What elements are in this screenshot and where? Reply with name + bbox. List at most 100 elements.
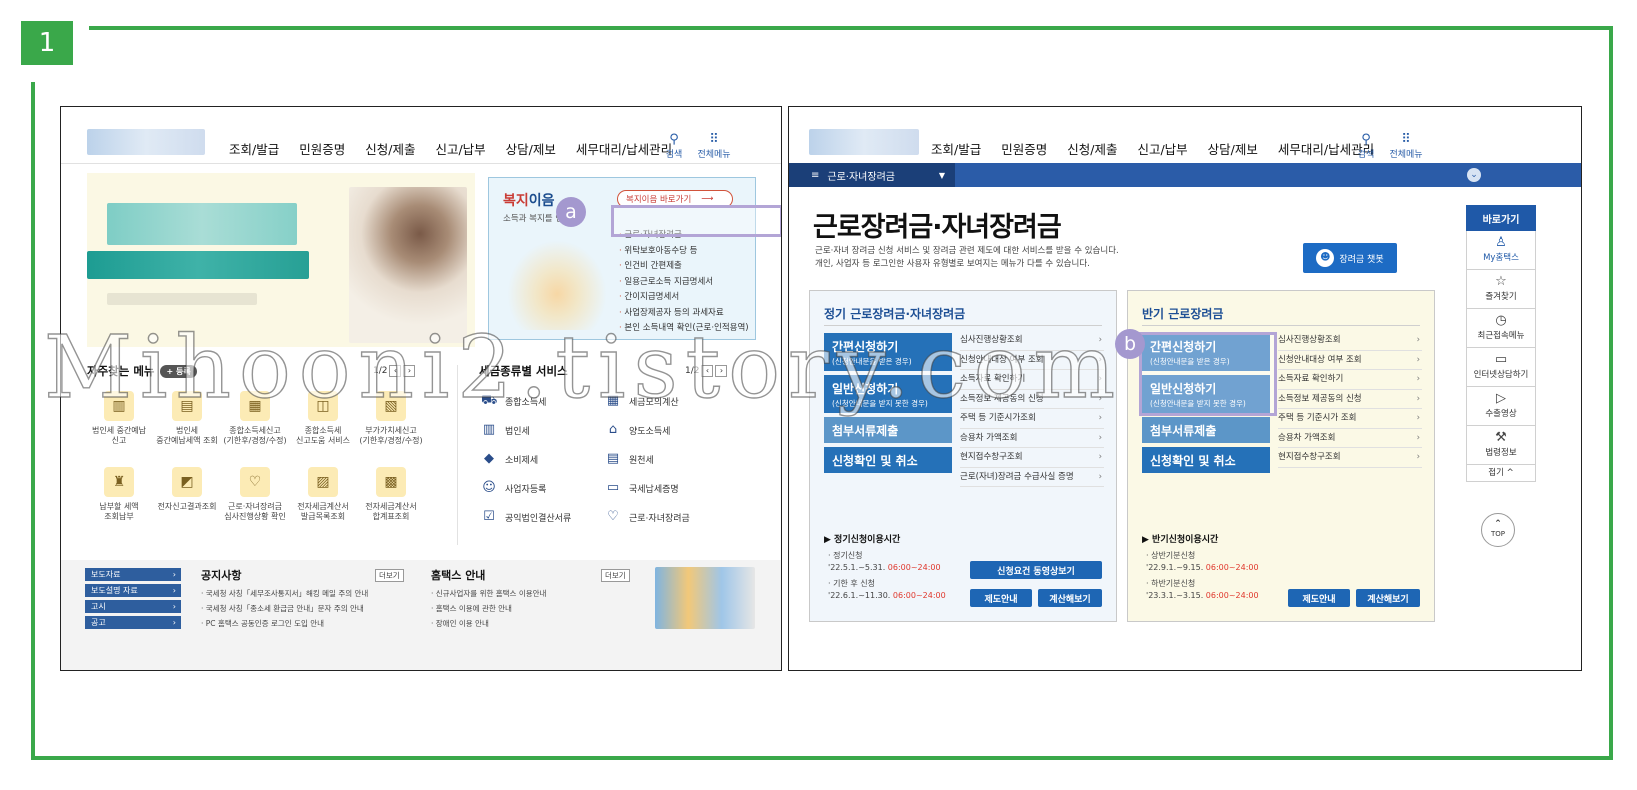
welfare-item[interactable]: 일용근로소득 지급명세서 bbox=[619, 275, 749, 291]
next-arrow-icon[interactable]: › bbox=[715, 365, 728, 377]
hometax-guide-item[interactable]: 신규사업자를 위한 홈택스 이용안내 bbox=[431, 588, 547, 599]
press-tab[interactable]: 보도설명 자료 bbox=[85, 584, 181, 597]
nav-item[interactable]: 상담/제보 bbox=[1208, 139, 1258, 158]
tax-service-item[interactable]: ☑ 공익법인결산서류 bbox=[481, 509, 571, 525]
favorite-item[interactable]: ◫ 종합소득세 신고도움 서비스 bbox=[289, 391, 357, 446]
favorite-item[interactable]: ♜ 납부할 세액 조회납부 bbox=[85, 467, 153, 522]
press-tab[interactable]: 보도자료 bbox=[85, 568, 181, 581]
tax-service-item[interactable]: ⌂ 양도소득세 bbox=[605, 422, 671, 438]
favorite-item[interactable]: ▧ 부가가치세신고 (기한후/경정/수정) bbox=[357, 391, 425, 446]
simple-apply-button[interactable]: 간편신청하기 (신청안내문을 받은 경우) bbox=[824, 333, 952, 371]
prev-arrow-icon[interactable]: ‹ bbox=[701, 365, 714, 377]
tax-service-item[interactable]: ▦ 세금모의계산 bbox=[605, 393, 679, 409]
tax-service-item[interactable]: ⛟ 종합소득세 bbox=[481, 393, 546, 409]
all-menu-button[interactable]: ⠿ 전체메뉴 bbox=[1385, 133, 1427, 161]
attach-docs-button[interactable]: 첨부서류제출 bbox=[1142, 417, 1270, 443]
quick-menu-item[interactable]: ◷ 최근접속메뉴 bbox=[1466, 309, 1536, 348]
nav-item[interactable]: 신고/납부 bbox=[435, 139, 485, 158]
dropdown-arrow-icon: ▼ bbox=[938, 170, 945, 180]
quick-menu-item[interactable]: ⚒ 법령정보 bbox=[1466, 426, 1536, 465]
menu-link[interactable]: 현지접수창구조회 bbox=[1278, 448, 1422, 468]
confirm-cancel-button[interactable]: 신청확인 및 취소 bbox=[824, 447, 952, 473]
menu-link[interactable]: 소득정보 제공동의 신청 bbox=[960, 390, 1104, 409]
tax-service-item[interactable]: ◆ 소비제세 bbox=[481, 451, 538, 467]
hero-banner[interactable] bbox=[87, 173, 475, 347]
notice-more-button[interactable]: 더보기 bbox=[375, 569, 404, 582]
nav-item[interactable]: 조회/발급 bbox=[931, 139, 981, 158]
menu-link[interactable]: 신청안내대상 여부 조회 bbox=[1278, 351, 1422, 370]
menu-link[interactable]: 심사진행상황조회 bbox=[1278, 331, 1422, 351]
quick-menu-item[interactable]: ☆ 즐겨찾기 bbox=[1466, 270, 1536, 309]
hometax-guide-item[interactable]: 장애인 이용 안내 bbox=[431, 618, 489, 629]
welfare-item[interactable]: 간이지급명세서 bbox=[619, 290, 749, 306]
favorite-item[interactable]: ▨ 전자세금계산서 발급목록조회 bbox=[289, 467, 357, 522]
menu-link[interactable]: 현지접수창구조회 bbox=[960, 448, 1104, 468]
tax-service-item[interactable]: ♡ 근로·자녀장려금 bbox=[605, 509, 690, 525]
nav-item[interactable]: 신고/납부 bbox=[1137, 139, 1187, 158]
menu-link[interactable]: 주택 등 기준시가조회 bbox=[960, 409, 1104, 429]
search-button[interactable]: ⚲ 검색 bbox=[657, 133, 691, 161]
welfare-item[interactable]: 본인 소득내역 확인(근로·인적용역) bbox=[619, 321, 748, 337]
chatbot-button[interactable]: ☻ 장려금 챗봇 bbox=[1303, 243, 1397, 273]
menu-link[interactable]: 주택 등 기준시가 조회 bbox=[1278, 409, 1422, 429]
requirement-video-button[interactable]: 신청요건 동영상보기 bbox=[970, 561, 1102, 579]
calculate-button[interactable]: 계산해보기 bbox=[1356, 589, 1420, 607]
favorite-item[interactable]: ▥ 법인세 중간예납 신고 bbox=[85, 391, 153, 446]
system-guide-button[interactable]: 제도안내 bbox=[1288, 589, 1350, 607]
welfare-item[interactable]: 사업장제공자 등의 과세자료 bbox=[619, 306, 749, 322]
all-menu-button[interactable]: ⠿ 전체메뉴 bbox=[693, 133, 735, 161]
hometax-guide-item[interactable]: 홈택스 이용에 관한 안내 bbox=[431, 603, 512, 614]
menu-link[interactable]: 소득자료 확인하기 bbox=[1278, 370, 1422, 390]
nav-item[interactable]: 신청/제출 bbox=[365, 139, 415, 158]
tax-service-item[interactable]: ▤ 원천세 bbox=[605, 451, 654, 467]
menu-link[interactable]: 심사진행상황조회 bbox=[960, 331, 1104, 351]
hometax-guide-more-button[interactable]: 더보기 bbox=[601, 569, 630, 582]
tax-service-item[interactable]: ☺ 사업자등록 bbox=[481, 480, 546, 496]
regular-incentive-panel: 정기 근로장려금·자녀장려금 간편신청하기 (신청안내문을 받은 경우) 일반신청… bbox=[809, 290, 1117, 622]
notice-item[interactable]: 국세청 사칭「종소세 환급금 안내」문자 주의 안내 bbox=[201, 603, 364, 614]
favorite-item[interactable]: ♡ 근로·자녀장려금 심사진행상황 확인 bbox=[221, 467, 289, 522]
nav-item[interactable]: 민원증명 bbox=[299, 139, 345, 158]
search-button[interactable]: ⚲ 검색 bbox=[1349, 133, 1383, 161]
quick-menu-item[interactable]: ▭ 인터넷상담하기 bbox=[1466, 348, 1536, 387]
menu-link[interactable]: 소득정보 제공동의 신청 bbox=[1278, 390, 1422, 409]
quick-menu-item[interactable]: ▷ 수출영상 bbox=[1466, 387, 1536, 426]
notice-item[interactable]: PC 홈택스 공동인증 로그인 도입 안내 bbox=[201, 618, 324, 629]
menu-link[interactable]: 소득자료 확인하기 bbox=[960, 370, 1104, 390]
location-menu-dropdown[interactable]: ≡ 근로·자녀장려금 ▼ bbox=[789, 163, 955, 187]
system-guide-button[interactable]: 제도안내 bbox=[970, 589, 1032, 607]
fold-button[interactable]: 접기 ^ bbox=[1466, 465, 1536, 482]
menu-link[interactable]: 근로(자녀)장려금 수급사실 증명 bbox=[960, 468, 1104, 487]
prev-arrow-icon[interactable]: ‹ bbox=[389, 365, 402, 377]
calculate-button[interactable]: 계산해보기 bbox=[1038, 589, 1102, 607]
welfare-item[interactable]: 위탁보호아동수당 등 bbox=[619, 244, 749, 260]
chevron-down-icon[interactable]: ⌄ bbox=[1467, 168, 1481, 182]
favorite-item[interactable]: ▤ 법인세 중간예납세액 조회 bbox=[153, 391, 221, 446]
scroll-top-button[interactable]: ⌃ TOP bbox=[1481, 513, 1515, 547]
next-arrow-icon[interactable]: › bbox=[403, 365, 416, 377]
favorite-item[interactable]: ◩ 전자신고결과조회 bbox=[153, 467, 221, 512]
favorites-add-button[interactable]: + 등록 bbox=[160, 365, 197, 378]
menu-link[interactable]: 승용차 가액조회 bbox=[960, 429, 1104, 448]
general-apply-button[interactable]: 일반신청하기 (신청안내문을 받지 못한 경우) bbox=[824, 375, 952, 413]
tax-service-item[interactable]: ▥ 법인세 bbox=[481, 422, 530, 438]
welfare-item[interactable]: 인건비 간편제출 bbox=[619, 259, 749, 275]
press-tab[interactable]: 고시 bbox=[85, 600, 181, 613]
nav-item[interactable]: 신청/제출 bbox=[1067, 139, 1117, 158]
notice-item[interactable]: 국세청 사칭「세무조사통지서」해킹 메일 주의 안내 bbox=[201, 588, 369, 599]
nav-item[interactable]: 상담/제보 bbox=[506, 139, 556, 158]
tax-service-label: 세금모의계산 bbox=[629, 397, 679, 408]
nav-item[interactable]: 조회/발급 bbox=[229, 139, 279, 158]
quick-menu-label: 즐겨찾기 bbox=[1485, 292, 1517, 302]
favorite-item[interactable]: ▩ 전자세금계산서 합계표조회 bbox=[357, 467, 425, 522]
attach-docs-button[interactable]: 첨부서류제출 bbox=[824, 417, 952, 443]
quick-menu-item[interactable]: ♙ My홈택스 bbox=[1466, 231, 1536, 270]
press-tab[interactable]: 공고 bbox=[85, 616, 181, 629]
favorite-item[interactable]: ▦ 종합소득세신고 (기한후/경정/수정) bbox=[221, 391, 289, 446]
confirm-cancel-button[interactable]: 신청확인 및 취소 bbox=[1142, 447, 1270, 473]
blurred-banner-text bbox=[107, 203, 297, 245]
menu-link[interactable]: 신청안내대상 여부 조회 bbox=[960, 351, 1104, 370]
menu-link[interactable]: 승용차 가액조회 bbox=[1278, 429, 1422, 448]
tax-service-item[interactable]: ▭ 국세납세증명 bbox=[605, 480, 679, 496]
nav-item[interactable]: 민원증명 bbox=[1001, 139, 1047, 158]
